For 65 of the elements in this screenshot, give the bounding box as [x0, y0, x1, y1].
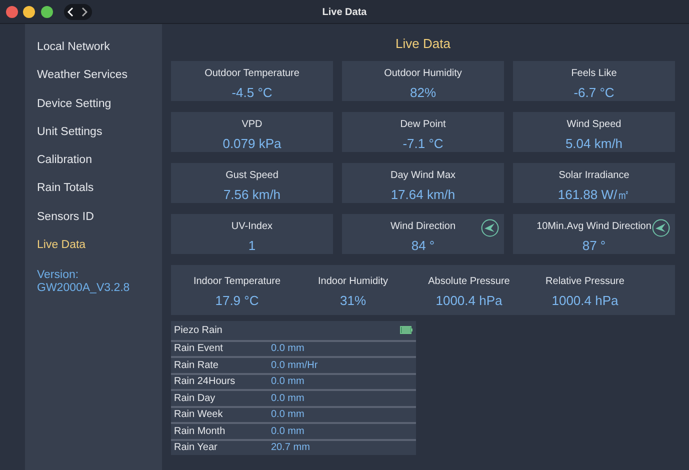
tile-value: 161.88 W/㎡ — [556, 186, 632, 204]
indoor-value: 31% — [338, 292, 368, 310]
rain-value: 20.7 mm — [271, 441, 310, 456]
tile-label: Outdoor Humidity — [384, 66, 462, 80]
rain-value: 0.0 mm — [271, 342, 304, 356]
battery-icon — [400, 326, 413, 334]
sidebar-item[interactable]: Local Network — [37, 35, 162, 60]
window-title: Live Data — [322, 7, 367, 18]
tile-label: Dew Point — [400, 118, 446, 132]
tile-value: 7.56 km/h — [222, 186, 282, 204]
tile-value: 87 ° — [581, 237, 607, 255]
rain-value: 0.0 mm — [271, 408, 304, 422]
tile-value: -7.1 °C — [402, 135, 444, 153]
tile-label: VPD — [242, 118, 262, 132]
tile-value: 1 — [247, 237, 257, 255]
indoor-label: Indoor Temperature — [193, 274, 281, 288]
sidebar-item[interactable]: Sensors ID — [37, 204, 162, 230]
rain-value: 0.0 mm — [271, 392, 304, 406]
tile-label: Feels Like — [571, 66, 617, 80]
version-text: Version: — [37, 269, 80, 282]
rain-label: Rain 24Hours — [174, 375, 236, 390]
tile-label: Solar Irradiance — [558, 168, 630, 182]
tile-label: Wind Direction — [390, 220, 456, 234]
indoor-label: Indoor Humidity — [318, 274, 388, 288]
tile-label: Day Wind Max — [390, 168, 456, 182]
version-text: GW2000A_V3.2.8 — [37, 282, 131, 296]
indoor-value: 17.9 °C — [214, 292, 260, 310]
rain-label: Rain Day — [174, 392, 216, 406]
indoor-label: Relative Pressure — [546, 274, 624, 288]
rain-value: 0.0 mm — [271, 375, 304, 390]
tile-value: 84 ° — [410, 237, 436, 255]
forward-icon[interactable] — [81, 6, 88, 16]
tile-value: 0.079 kPa — [222, 135, 282, 153]
minimize-button[interactable] — [23, 6, 35, 18]
sidebar-item[interactable]: Device Setting — [37, 92, 162, 117]
tile-value: 5.04 km/h — [564, 135, 624, 153]
tile-label: 10Min.Avg Wind Direction — [536, 220, 652, 234]
sidebar-item[interactable]: Live Data — [37, 232, 162, 258]
back-icon[interactable] — [67, 6, 74, 16]
tile-label: Gust Speed — [226, 168, 278, 182]
tile-value: 82% — [408, 84, 438, 102]
zoom-button[interactable] — [40, 6, 52, 18]
tile-value: -4.5 °C — [230, 84, 274, 102]
page-title: Live Data — [394, 35, 452, 53]
indoor-value: 1000.4 hPa — [434, 292, 504, 310]
tile-label: UV-Index — [231, 220, 273, 234]
rain-label: Rain Month — [174, 424, 226, 439]
rain-title: Piezo Rain — [174, 324, 222, 338]
rain-label: Rain Event — [174, 342, 224, 356]
tile-label: Wind Speed — [566, 118, 622, 132]
sidebar-item[interactable]: Unit Settings — [37, 120, 162, 145]
rain-value: 0.0 mm — [271, 424, 304, 439]
rain-label: Rain Rate — [174, 358, 220, 373]
indoor-value: 1000.4 hPa — [550, 292, 620, 310]
rain-label: Rain Week — [174, 408, 224, 422]
rain-value: 0.0 mm/Hr — [271, 358, 318, 373]
sidebar-item[interactable]: Calibration — [37, 148, 162, 174]
sidebar-item[interactable]: Rain Totals — [37, 176, 162, 202]
indoor-label: Absolute Pressure — [428, 274, 510, 288]
rain-label: Rain Year — [174, 441, 218, 456]
tile-value: -6.7 °C — [572, 84, 616, 102]
sidebar-item[interactable]: Weather Services — [37, 63, 162, 88]
close-button[interactable] — [6, 6, 18, 18]
tile-value: 17.64 km/h — [390, 186, 456, 204]
tile-label: Outdoor Temperature — [204, 66, 300, 80]
